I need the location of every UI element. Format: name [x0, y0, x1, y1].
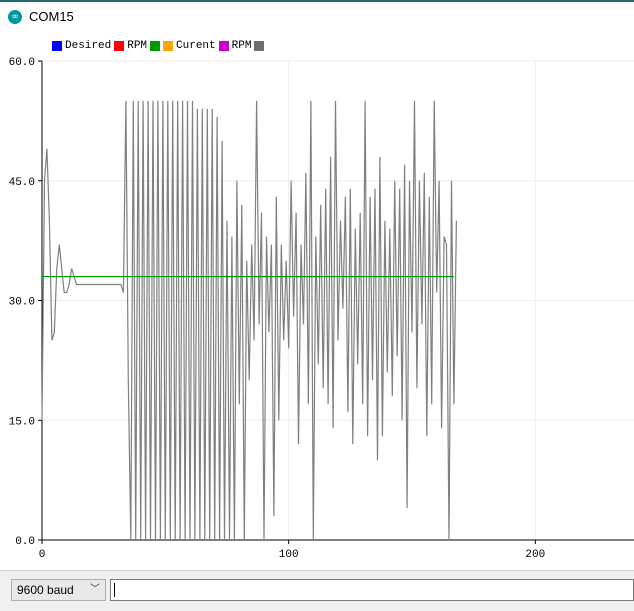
legend-item-4: RPM [218, 40, 268, 52]
legend: Desired RPM Curent RPM [52, 38, 270, 54]
serial-plotter-area: 0.0 15.0 30.0 45.0 60.0 0 100 200 [0, 32, 634, 570]
y-tick-label: 0.0 [15, 536, 35, 548]
series-line-rpm [41, 100, 457, 541]
legend-swatch-red [114, 41, 125, 51]
legend-swatch-magenta [218, 41, 229, 51]
baud-rate-value: 9600 baud [17, 583, 74, 597]
serial-send-input[interactable] [110, 579, 634, 601]
x-tick-label: 100 [279, 549, 299, 561]
legend-label-desired: Desired [65, 40, 112, 52]
legend-label-rpm: RPM [127, 40, 148, 52]
legend-swatch-blue [52, 41, 62, 51]
plot-svg: 0.0 15.0 30.0 45.0 60.0 0 100 200 [9, 57, 634, 561]
y-tick-label: 60.0 [9, 57, 35, 69]
legend-label-curent: Curent [176, 40, 216, 52]
x-tick-label: 200 [525, 549, 545, 561]
y-tick-label: 30.0 [9, 297, 35, 309]
legend-label-rpm-2: RPM [231, 40, 252, 52]
legend-item-3: Curent [150, 40, 216, 52]
arduino-infinity-icon: ∞ [8, 10, 22, 24]
window-title: COM15 [29, 9, 74, 24]
text-caret [114, 583, 115, 597]
legend-swatch-orange [163, 41, 174, 51]
chevron-down-icon: ﹀ [90, 584, 100, 595]
baud-rate-select[interactable]: 9600 baud ﹀ [11, 579, 106, 601]
y-tick-label: 45.0 [9, 177, 35, 189]
bottom-toolbar: 9600 baud ﹀ [0, 570, 634, 611]
x-tick-label: 0 [39, 549, 46, 561]
legend-item-1: Desired [52, 40, 111, 52]
legend-swatch-gray [254, 41, 265, 51]
y-tick-label: 15.0 [9, 416, 35, 428]
legend-swatch-green [150, 41, 161, 51]
title-bar: ∞ COM15 [0, 0, 634, 32]
legend-item-2: RPM [114, 40, 147, 52]
